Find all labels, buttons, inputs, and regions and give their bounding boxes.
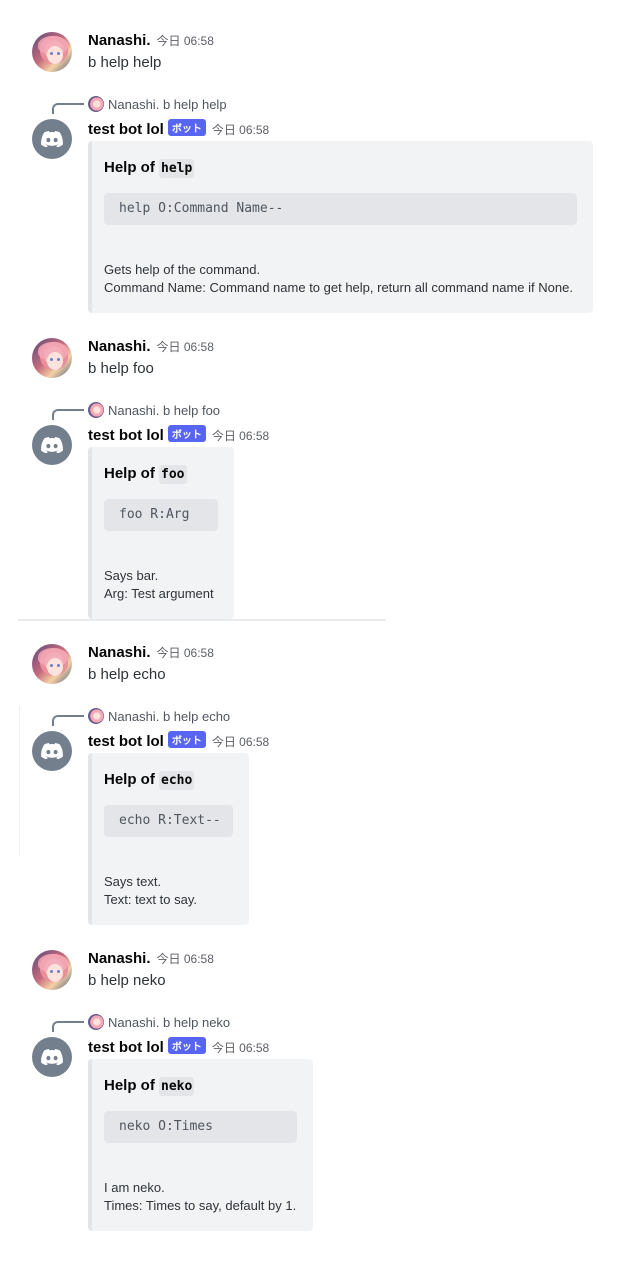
title-code: neko [159, 1077, 195, 1096]
bot-name[interactable]: test bot lol ボット 今日 06:58 [88, 731, 269, 750]
embed-description: Says text. Text: text to say. [104, 874, 197, 907]
help-embed: Help of echo echo R:Text-- Says text. Te… [88, 753, 249, 925]
discord-logo-icon[interactable] [32, 425, 72, 465]
discord-logo-icon[interactable] [32, 1037, 72, 1077]
discord-logo-icon[interactable] [32, 731, 72, 771]
user-avatar-icon[interactable] [32, 950, 72, 990]
embed-title: Help of help [104, 159, 195, 178]
embed-title: Help of neko [104, 1077, 195, 1096]
username[interactable]: Nanashi. 今日 06:58 [88, 338, 214, 355]
reply-avatar-icon [88, 1014, 104, 1030]
embed-description: I am neko. Times: Times to say, default … [104, 1180, 297, 1213]
bot-name[interactable]: test bot lol ボット 今日 06:58 [88, 119, 269, 138]
timestamp: 今日 06:58 [211, 1041, 270, 1055]
reply-connector [52, 409, 84, 420]
usage-codeblock: help O:Command Name-- [104, 193, 577, 225]
reply-connector [52, 1021, 84, 1032]
timestamp: 今日 06:58 [156, 646, 214, 660]
embed-title: Help of foo [104, 465, 187, 484]
usage-codeblock: neko O:Times [104, 1111, 297, 1143]
timestamp: 今日 06:58 [211, 429, 270, 443]
timestamp: 今日 06:58 [211, 735, 270, 749]
reply-connector [52, 715, 84, 726]
username[interactable]: Nanashi. 今日 06:58 [88, 32, 214, 49]
title-code: foo [159, 465, 187, 484]
bot-tag: ボット [167, 119, 206, 136]
embed-description: Says bar. Arg: Test argument [104, 568, 214, 601]
usage-codeblock: foo R:Arg [104, 499, 218, 531]
reply-avatar-icon [88, 402, 104, 418]
reply-username: Nanashi. [108, 402, 160, 418]
help-embed: Help of foo foo R:Arg Says bar. Arg: Tes… [88, 447, 234, 619]
message-text: b help echo [88, 666, 166, 683]
reply-avatar-icon [88, 708, 104, 724]
usage-codeblock: echo R:Text-- [104, 805, 233, 837]
discord-logo-icon[interactable] [32, 119, 72, 159]
title-code: help [159, 159, 195, 178]
screenshot-seam [19, 706, 20, 856]
reply-username: Nanashi. [108, 1014, 160, 1030]
reply-username: Nanashi. [108, 708, 160, 724]
bot-name[interactable]: test bot lol ボット 今日 06:58 [88, 425, 269, 444]
reply-username: Nanashi. [108, 96, 160, 112]
bot-name[interactable]: test bot lol ボット 今日 06:58 [88, 1037, 269, 1056]
timestamp: 今日 06:58 [156, 952, 214, 966]
reply-text: b help echo [162, 708, 231, 724]
message-text: b help neko [88, 972, 166, 989]
bot-tag: ボット [167, 1037, 206, 1054]
reply-reference[interactable]: Nanashi. b help echo [88, 708, 230, 724]
timestamp: 今日 06:58 [156, 340, 214, 354]
help-embed: Help of help help O:Command Name-- Gets … [88, 141, 593, 313]
help-embed: Help of neko neko O:Times I am neko. Tim… [88, 1059, 313, 1231]
screenshot-seam [18, 619, 386, 621]
timestamp: 今日 06:58 [211, 123, 270, 137]
bot-tag: ボット [167, 731, 206, 748]
username[interactable]: Nanashi. 今日 06:58 [88, 950, 214, 967]
user-avatar-icon[interactable] [32, 338, 72, 378]
title-code: echo [159, 771, 195, 790]
username[interactable]: Nanashi. 今日 06:58 [88, 644, 214, 661]
user-avatar-icon[interactable] [32, 32, 72, 72]
user-avatar-icon[interactable] [32, 644, 72, 684]
reply-avatar-icon [88, 96, 104, 112]
embed-description: Gets help of the command. Command Name: … [104, 262, 573, 295]
reply-text: b help foo [162, 402, 221, 418]
reply-reference[interactable]: Nanashi. b help help [88, 96, 227, 112]
bot-tag: ボット [167, 425, 206, 442]
reply-text: b help neko [162, 1014, 231, 1030]
embed-title: Help of echo [104, 771, 195, 790]
reply-reference[interactable]: Nanashi. b help foo [88, 402, 220, 418]
reply-text: b help help [162, 96, 227, 112]
reply-reference[interactable]: Nanashi. b help neko [88, 1014, 230, 1030]
message-text: b help help [88, 54, 162, 71]
reply-connector [52, 103, 84, 114]
message-text: b help foo [88, 360, 154, 377]
timestamp: 今日 06:58 [156, 34, 214, 48]
